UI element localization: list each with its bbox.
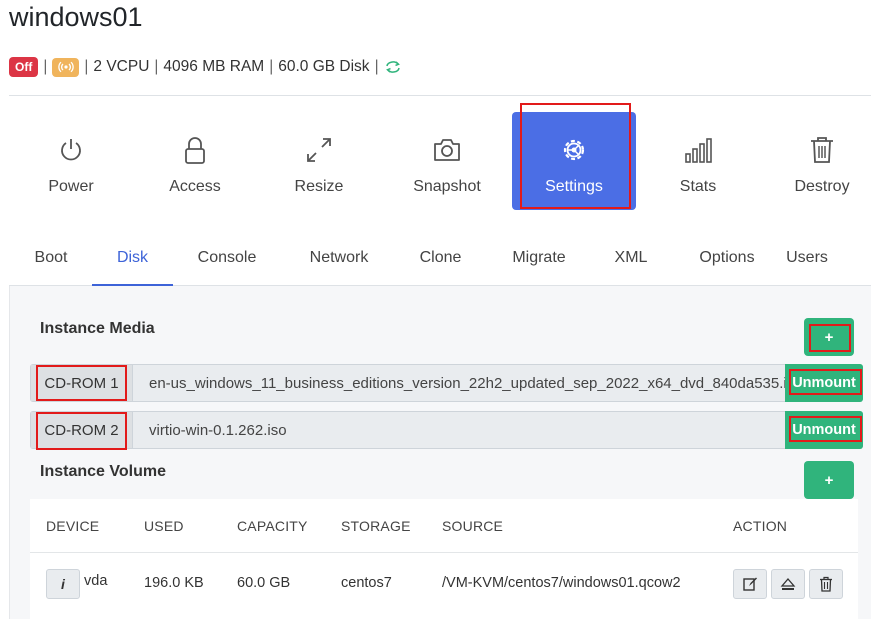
tab-console[interactable]: Console <box>187 240 267 286</box>
cdrom-2-unmount-button[interactable]: Unmount <box>785 411 863 449</box>
vm-info-bar: Off | | 2 VCPU | 4096 MB RAM | 60.0 GB D… <box>9 56 402 78</box>
cdrom-1-row: CD-ROM 1 en-us_windows_11_business_editi… <box>30 364 863 402</box>
settings-button[interactable]: Settings <box>512 112 636 210</box>
resize-label: Resize <box>294 178 344 195</box>
tab-network[interactable]: Network <box>297 240 381 286</box>
delete-volume-button[interactable] <box>809 569 843 599</box>
stats-label: Stats <box>679 178 717 195</box>
snapshot-label: Snapshot <box>413 178 481 195</box>
ram-spec: 4096 MB RAM <box>163 58 265 75</box>
detach-volume-button[interactable] <box>771 569 805 599</box>
broadcast-icon <box>58 61 74 73</box>
gear-icon <box>563 139 585 161</box>
volume-used: 196.0 KB <box>144 575 204 591</box>
disk-spec: 60.0 GB Disk <box>278 58 370 75</box>
access-label: Access <box>169 178 221 195</box>
lock-icon <box>185 137 205 164</box>
cdrom-1-image: en-us_windows_11_business_editions_versi… <box>149 374 785 392</box>
edit-volume-button[interactable] <box>733 569 767 599</box>
instance-media-title: Instance Media <box>40 320 155 337</box>
destroy-label: Destroy <box>794 178 850 195</box>
col-device: DEVICE <box>46 518 100 534</box>
status-badge: Off <box>9 57 39 77</box>
trash-icon <box>820 576 832 592</box>
volume-table: DEVICE USED CAPACITY STORAGE SOURCE ACTI… <box>30 499 858 619</box>
access-button[interactable]: Access <box>133 112 257 210</box>
volume-capacity: 60.0 GB <box>237 575 291 591</box>
col-used: USED <box>144 518 184 534</box>
vnc-badge <box>52 57 80 77</box>
tab-boot[interactable]: Boot <box>23 240 79 286</box>
col-source: SOURCE <box>442 518 504 534</box>
stats-icon <box>685 138 712 163</box>
cdrom-1-label: CD-ROM 1 <box>31 365 133 401</box>
volume-device: vda <box>84 573 108 589</box>
volume-storage: centos7 <box>341 575 392 591</box>
tab-options[interactable]: Options <box>689 240 765 286</box>
trash-icon <box>811 137 833 163</box>
destroy-button[interactable]: Destroy <box>760 112 872 210</box>
tab-disk[interactable]: Disk <box>92 240 173 286</box>
vcpu-spec: 2 VCPU <box>93 58 150 75</box>
edit-icon <box>743 577 757 591</box>
tab-xml[interactable]: XML <box>607 240 655 286</box>
power-label: Power <box>48 178 94 195</box>
add-media-button[interactable]: + <box>804 318 854 356</box>
tab-users[interactable]: Users <box>777 240 837 286</box>
tab-migrate[interactable]: Migrate <box>501 240 577 286</box>
refresh-icon[interactable] <box>384 59 402 75</box>
col-storage: STORAGE <box>341 518 411 534</box>
camera-icon <box>434 139 460 161</box>
volume-info-button[interactable]: i <box>46 569 80 599</box>
resize-icon <box>307 138 331 162</box>
power-icon <box>61 139 81 161</box>
instance-volume-title: Instance Volume <box>40 463 166 480</box>
col-capacity: CAPACITY <box>237 518 308 534</box>
settings-tabs: Boot Disk Console Network Clone Migrate … <box>9 240 871 286</box>
cdrom-2-image: virtio-win-0.1.262.iso <box>149 421 287 439</box>
eject-icon <box>780 578 796 590</box>
divider <box>9 95 871 96</box>
tab-clone[interactable]: Clone <box>409 240 472 286</box>
action-bar: Power Access Resize Snapshot Settings St… <box>0 112 872 210</box>
cdrom-2-label: CD-ROM 2 <box>31 412 133 448</box>
snapshot-button[interactable]: Snapshot <box>385 112 509 210</box>
add-volume-button[interactable]: + <box>804 461 854 499</box>
cdrom-1-unmount-button[interactable]: Unmount <box>785 364 863 402</box>
page-title: windows01 <box>9 2 143 32</box>
settings-label: Settings <box>545 178 603 195</box>
resize-button[interactable]: Resize <box>257 112 381 210</box>
power-button[interactable]: Power <box>9 112 133 210</box>
cdrom-2-row: CD-ROM 2 virtio-win-0.1.262.iso Unmount <box>30 411 863 449</box>
col-action: ACTION <box>733 518 788 534</box>
volume-source: /VM-KVM/centos7/windows01.qcow2 <box>442 575 681 591</box>
stats-button[interactable]: Stats <box>636 112 760 210</box>
header-divider <box>30 552 858 553</box>
